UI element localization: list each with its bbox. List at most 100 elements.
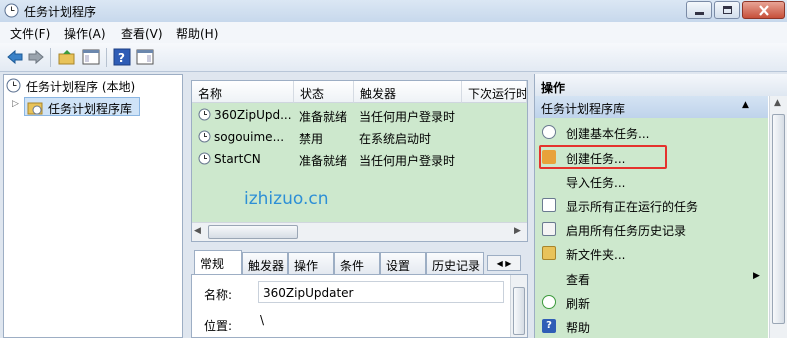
tab-actions[interactable]: 操作 (288, 252, 334, 274)
scroll-left-icon[interactable]: ◀ (194, 226, 201, 236)
action-import-task[interactable]: 导入任务... (535, 169, 768, 191)
location-label: 位置: (204, 319, 233, 333)
column-header-next-run[interactable]: 下次运行时 (462, 81, 527, 103)
action-help[interactable]: ? 帮助 (535, 314, 768, 336)
tab-scroll-buttons[interactable]: ◀ ▶ (487, 255, 521, 271)
task-status: 禁用 (299, 132, 324, 146)
name-field[interactable]: 360ZipUpdater (258, 281, 504, 303)
task-trigger: 当任何用户登录时 (359, 154, 456, 168)
action-label: 查看 (566, 273, 591, 287)
task-name: StartCN (214, 152, 261, 166)
running-tasks-icon (542, 198, 556, 212)
task-clock-icon (198, 108, 211, 124)
folder-icon (542, 246, 556, 260)
svg-text:?: ? (118, 51, 125, 65)
column-header-status[interactable]: 状态 (294, 81, 354, 103)
clock-icon (6, 78, 21, 96)
menu-help[interactable]: 帮助(H) (176, 25, 218, 42)
action-label: 帮助 (566, 321, 591, 335)
expand-arrow-icon[interactable]: ▷ (12, 99, 19, 109)
horizontal-scrollbar[interactable]: ◀ ▶ (192, 222, 527, 241)
action-create-basic-task[interactable]: 创建基本任务... (535, 121, 768, 143)
task-list: 名称 状态 触发器 下次运行时 360ZipUpd... 准备就绪 当任何用户登… (191, 80, 528, 242)
task-name: sogouime... (214, 130, 285, 144)
scrollbar-thumb[interactable] (513, 287, 525, 335)
actions-header: 操作 (535, 74, 787, 96)
task-trigger: 当任何用户登录时 (359, 110, 456, 124)
tab-history[interactable]: 历史记录 (426, 252, 484, 274)
tree-root[interactable]: 任务计划程序 (本地) (26, 78, 135, 95)
table-row[interactable]: 360ZipUpd... 准备就绪 当任何用户登录时 (192, 104, 527, 125)
history-icon (542, 222, 556, 236)
close-button[interactable] (742, 1, 785, 19)
action-pane-icon (136, 49, 154, 65)
maximize-icon (723, 6, 732, 14)
back-button[interactable] (6, 48, 24, 66)
task-trigger: 在系统启动时 (359, 132, 432, 146)
help-icon: ? (542, 319, 556, 333)
action-label: 刷新 (566, 297, 591, 311)
action-label: 显示所有正在运行的任务 (566, 200, 699, 214)
scrollbar-thumb[interactable] (772, 114, 785, 324)
actions-list: 创建基本任务... 创建任务... 导入任务... 显示所有正在运行的任务 启用… (535, 118, 768, 338)
tab-general[interactable]: 常规 (194, 250, 242, 274)
table-row[interactable]: StartCN 准备就绪 当任何用户登录时 (192, 148, 527, 169)
tab-triggers[interactable]: 触发器 (242, 252, 288, 274)
action-create-task[interactable]: 创建任务... (535, 145, 768, 167)
basic-task-icon (542, 125, 556, 139)
actions-scrollbar[interactable]: ▲ (769, 96, 787, 338)
tab-conditions[interactable]: 条件 (334, 252, 380, 274)
help-button[interactable]: ? (113, 48, 131, 66)
show-hide-tree-button[interactable] (82, 48, 100, 66)
menu-view[interactable]: 查看(V) (121, 25, 163, 42)
actions-section-header[interactable]: 任务计划程序库 ▲ (535, 96, 768, 118)
console-tree: 任务计划程序 (本地) ▷ 任务计划程序库 (3, 74, 183, 338)
menu-action[interactable]: 操作(A) (64, 25, 106, 42)
tree-item-library[interactable]: 任务计划程序库 (24, 97, 140, 116)
scrollbar-thumb[interactable] (208, 225, 298, 239)
action-label: 新文件夹... (566, 248, 626, 262)
section-title: 任务计划程序库 (541, 102, 626, 116)
scroll-up-icon[interactable]: ▲ (774, 98, 781, 108)
show-hide-action-pane-button[interactable] (136, 48, 154, 66)
actions-pane: 操作 任务计划程序库 ▲ 创建基本任务... 创建任务... 导入任务... 显… (534, 74, 787, 338)
up-folder-button[interactable] (58, 48, 76, 66)
column-header-trigger[interactable]: 触发器 (354, 81, 462, 103)
window-title: 任务计划程序 (24, 5, 97, 19)
scroll-right-icon[interactable]: ▶ (514, 226, 521, 236)
action-label: 创建任务... (566, 152, 626, 166)
column-header-name[interactable]: 名称 (192, 81, 294, 103)
watermark-text: izhizuo.cn (244, 189, 329, 209)
menu-file[interactable]: 文件(F) (10, 25, 50, 42)
action-new-folder[interactable]: 新文件夹... (535, 241, 768, 263)
vertical-scrollbar[interactable] (510, 275, 527, 337)
toolbar-separator (106, 48, 107, 67)
create-task-icon (542, 150, 556, 164)
clock-icon (4, 3, 19, 18)
help-icon: ? (113, 48, 131, 66)
forward-button[interactable] (27, 48, 45, 66)
submenu-arrow-icon: ▶ (753, 271, 760, 281)
task-status: 准备就绪 (299, 110, 348, 124)
action-view[interactable]: 查看 ▶ (535, 266, 768, 288)
maximize-button[interactable] (714, 1, 740, 19)
toolbar: ? (0, 43, 787, 72)
table-row[interactable]: sogouime... 禁用 在系统启动时 (192, 126, 527, 147)
action-refresh[interactable]: 刷新 (535, 290, 768, 312)
action-show-running-tasks[interactable]: 显示所有正在运行的任务 (535, 193, 768, 215)
collapse-arrow-icon[interactable]: ▲ (742, 100, 749, 110)
forward-arrow-icon (28, 49, 44, 65)
tab-settings[interactable]: 设置 (380, 252, 426, 274)
minimize-icon (695, 12, 704, 15)
title-bar: 任务计划程序 (0, 0, 787, 22)
action-label: 启用所有任务历史记录 (566, 224, 687, 238)
action-enable-history[interactable]: 启用所有任务历史记录 (535, 217, 768, 239)
menu-bar: 文件(F) 操作(A) 查看(V) 帮助(H) (0, 22, 787, 43)
location-value: \ (260, 313, 265, 327)
task-status: 准备就绪 (299, 154, 348, 168)
minimize-button[interactable] (686, 1, 712, 19)
refresh-icon (542, 295, 556, 309)
folder-clock-icon (27, 99, 43, 118)
task-details: 常规 触发器 操作 条件 设置 历史记录 ◀ ▶ 名称: 360ZipUpdat… (191, 250, 528, 338)
general-tab-content: 名称: 360ZipUpdater 位置: \ (191, 274, 528, 338)
